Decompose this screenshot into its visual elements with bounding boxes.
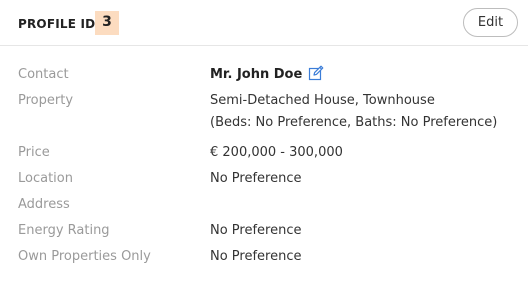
property-label: Property: [18, 93, 74, 108]
own-properties-value: No Preference: [210, 249, 302, 264]
energy-rating-label: Energy Rating: [18, 223, 110, 238]
price-label: Price: [18, 145, 50, 160]
profile-header: PROFILE ID 3 Edit: [0, 0, 528, 46]
contact-name: Mr. John Doe: [210, 67, 303, 82]
contact-label: Contact: [18, 67, 69, 82]
contact-value: Mr. John Doe: [210, 64, 324, 86]
edit-contact-icon[interactable]: [308, 65, 324, 81]
property-value-line2: (Beds: No Preference, Baths: No Preferen…: [210, 115, 498, 130]
property-value-line1: Semi-Detached House, Townhouse: [210, 93, 435, 108]
edit-button[interactable]: Edit: [463, 8, 518, 37]
address-label: Address: [18, 197, 70, 212]
profile-id-badge: 3: [95, 11, 119, 35]
energy-rating-value: No Preference: [210, 223, 302, 238]
own-properties-label: Own Properties Only: [18, 249, 151, 264]
location-value: No Preference: [210, 171, 302, 186]
location-label: Location: [18, 171, 73, 186]
profile-card: PROFILE ID 3 Edit Contact Mr. John Doe P…: [0, 0, 528, 289]
profile-id-label: PROFILE ID: [18, 17, 96, 31]
price-value: € 200,000 - 300,000: [210, 145, 343, 160]
